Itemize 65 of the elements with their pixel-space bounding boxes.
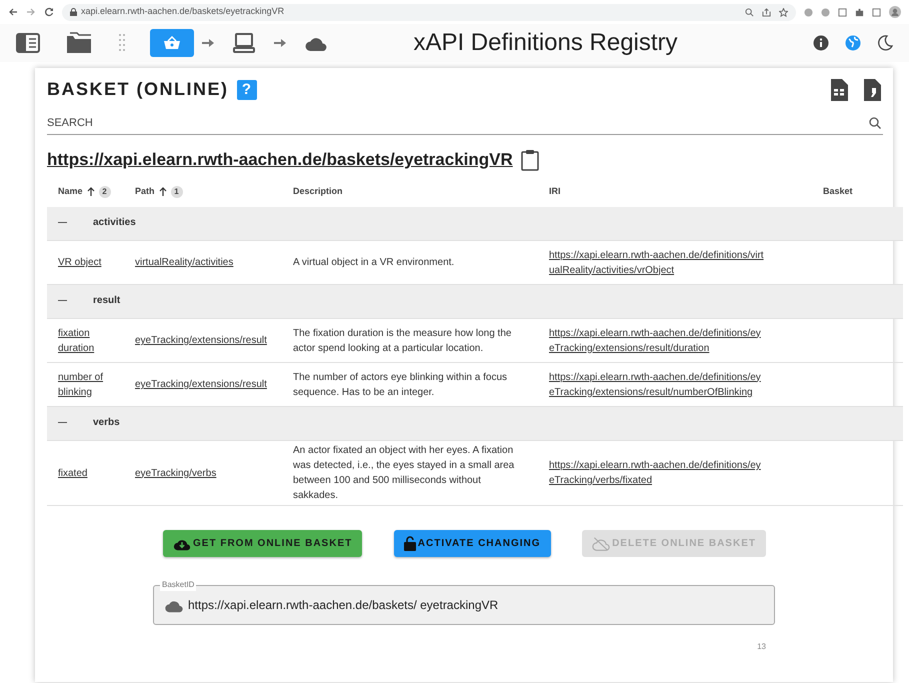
spreadsheet-file-icon[interactable] bbox=[831, 78, 848, 100]
arrow-icon bbox=[274, 38, 286, 48]
action-button[interactable]: GET FROM ONLINE BASKET bbox=[163, 530, 362, 557]
iri-link[interactable]: https://xapi.elearn.rwth-aachen.de/definitions/eyeTracking/extensions/result/numberOfBlinking bbox=[549, 370, 764, 400]
search-field[interactable]: SEARCH bbox=[47, 111, 883, 135]
search-icon[interactable] bbox=[869, 117, 881, 129]
reload-icon[interactable] bbox=[44, 7, 54, 17]
description-text: A virtual object in a VR environment. bbox=[293, 257, 454, 268]
share-icon[interactable] bbox=[762, 8, 771, 16]
path-link[interactable]: eyeTracking/verbs bbox=[135, 466, 216, 480]
lock-icon bbox=[404, 536, 416, 551]
clipboard-icon[interactable] bbox=[520, 148, 539, 171]
globe-icon[interactable] bbox=[845, 35, 861, 51]
sort-order-badge: 2 bbox=[98, 186, 111, 198]
description-text: An actor fixated an object with her eyes. A fixation was detected, i.e., the eyes stayed in a small area between 100 and 500 milliseconds without sakkades. bbox=[293, 445, 514, 501]
sort-arrow-icon[interactable] bbox=[86, 187, 95, 196]
url-text: xapi.elearn.rwth-aachen.de/baskets/eyetrackingVR bbox=[81, 5, 284, 18]
path-link[interactable]: eyeTracking/extensions/result bbox=[135, 333, 267, 348]
character-counter: 13 bbox=[757, 642, 766, 651]
group-label: activities bbox=[93, 216, 136, 230]
star-icon[interactable] bbox=[779, 8, 788, 16]
path-link[interactable]: eyeTracking/extensions/result bbox=[135, 377, 267, 392]
arrow-icon bbox=[202, 38, 214, 48]
sort-arrow-icon[interactable] bbox=[158, 187, 167, 196]
path-link[interactable]: virtualReality/activities bbox=[135, 255, 234, 270]
iri-link[interactable]: https://xapi.elearn.rwth-aachen.de/definitions/eyeTracking/verbs/fixated bbox=[549, 458, 764, 488]
cloud-off-icon bbox=[592, 536, 610, 550]
name-link[interactable]: VR object bbox=[58, 255, 102, 270]
folder-icon[interactable] bbox=[66, 32, 92, 54]
description-text: The number of actors eye blinking within a focus sequence. Has to be an integer. bbox=[293, 372, 507, 398]
file-icon[interactable] bbox=[864, 78, 881, 100]
column-header[interactable]: IRI bbox=[549, 184, 561, 198]
info-icon[interactable] bbox=[813, 35, 829, 51]
column-header[interactable]: Description bbox=[293, 184, 343, 198]
column-header[interactable]: Basket bbox=[823, 184, 853, 198]
drag-handle-icon[interactable] bbox=[118, 32, 126, 54]
description-text: The fixation duration is the measure how long the actor spend looking at a particular location. bbox=[293, 328, 512, 354]
group-label: result bbox=[93, 294, 120, 308]
panel-title: BASKET (ONLINE) bbox=[47, 78, 228, 101]
column-header[interactable]: Path bbox=[135, 184, 155, 198]
avatar-icon[interactable] bbox=[889, 6, 901, 18]
name-link[interactable]: fixated bbox=[58, 466, 88, 480]
basket-link[interactable]: https://xapi.elearn.rwth-aachen.de/baskets/eyetrackingVR bbox=[47, 147, 513, 172]
name-link[interactable]: number of blinking bbox=[58, 370, 113, 400]
puzzle-icon[interactable] bbox=[855, 8, 864, 16]
action-button[interactable]: ACTIVATE CHANGING bbox=[394, 530, 551, 557]
computer-icon bbox=[233, 32, 255, 54]
sort-order-badge: 1 bbox=[170, 186, 183, 198]
moon-icon[interactable] bbox=[877, 35, 893, 51]
back-icon[interactable] bbox=[8, 7, 18, 17]
lock-icon bbox=[70, 8, 77, 16]
basket-icon bbox=[163, 36, 181, 50]
group-label: verbs bbox=[93, 416, 120, 430]
iri-link[interactable]: https://xapi.elearn.rwth-aachen.de/definitions/virtualReality/activities/vrObject bbox=[549, 248, 764, 278]
field-value: https://xapi.elearn.rwth-aachen.de/baskets/ eyetrackingVR bbox=[188, 597, 498, 614]
name-link[interactable]: fixation duration bbox=[58, 326, 113, 356]
iri-link[interactable]: https://xapi.elearn.rwth-aachen.de/definitions/eyeTracking/extensions/result/duration bbox=[549, 326, 764, 356]
field-label: BasketID bbox=[160, 579, 196, 591]
address-bar[interactable]: xapi.elearn.rwth-aachen.de/baskets/eyetrackingVR bbox=[62, 4, 796, 20]
column-header[interactable]: Name bbox=[58, 184, 83, 198]
step-button[interactable] bbox=[150, 29, 194, 57]
extension-icon[interactable] bbox=[872, 8, 881, 16]
app-title: xAPI Definitions Registry bbox=[412, 28, 679, 58]
sidebar-icon[interactable] bbox=[16, 33, 40, 53]
zoom-icon[interactable] bbox=[745, 8, 754, 16]
